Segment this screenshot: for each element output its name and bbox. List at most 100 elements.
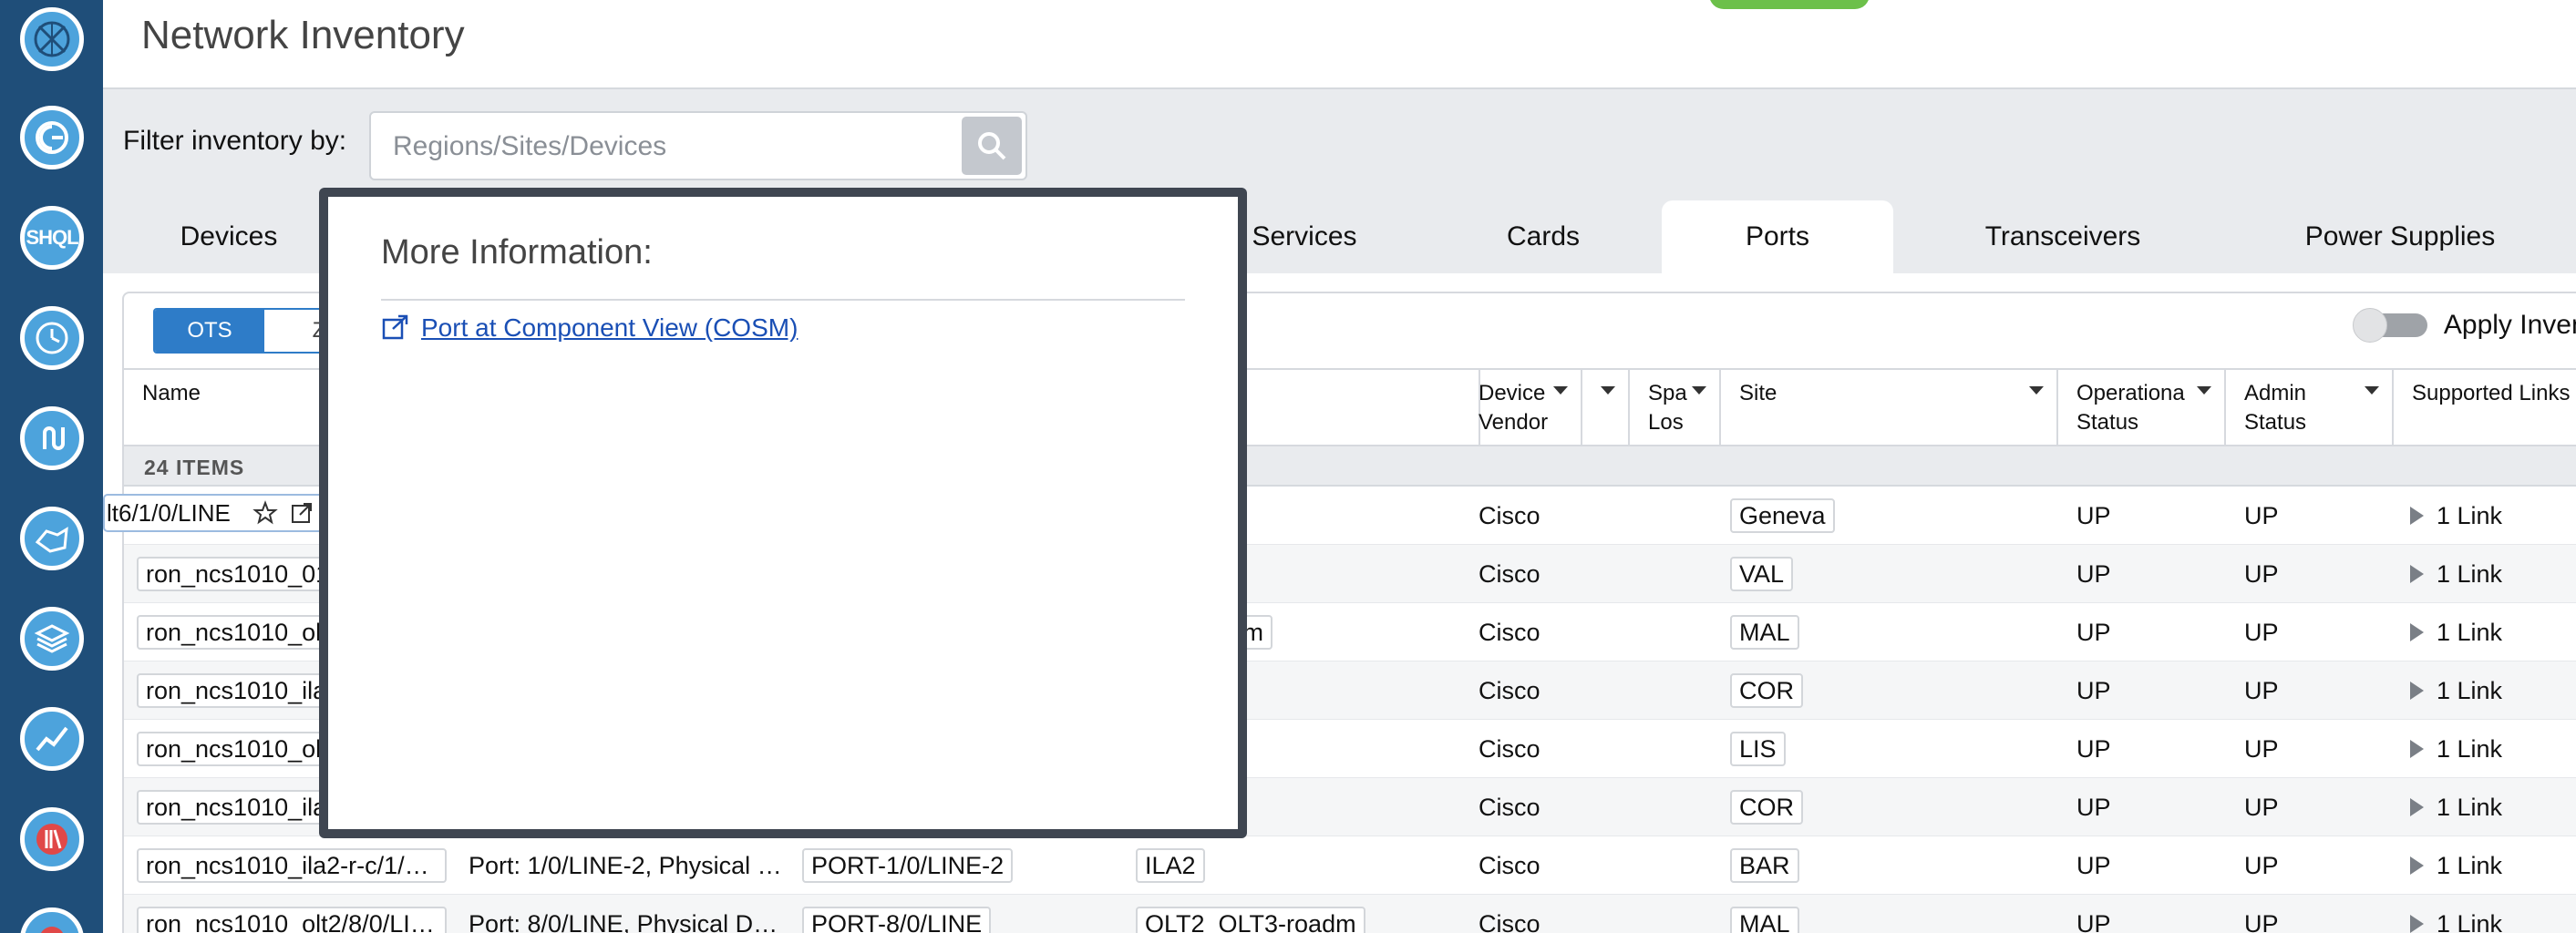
cell-description: Port: 1/0/LINE-2, Physical … [469, 836, 778, 895]
cell-description-value: Port: 8/0/LINE, Physical D… [469, 909, 778, 933]
external-link-icon [382, 314, 408, 340]
cell-oper: UP [2076, 603, 2222, 661]
filter-input[interactable]: Regions/Sites/Devices [369, 111, 1027, 180]
sort-caret-icon[interactable] [2029, 386, 2044, 395]
cell-name-value[interactable]: ron_ncs1010_olt [137, 615, 337, 650]
cell-name-value[interactable]: ron_ncs1010_olt [137, 732, 337, 766]
expand-icon[interactable] [2410, 798, 2424, 816]
more-apps-icon[interactable] [20, 907, 84, 933]
tab-cards[interactable]: Cards [1452, 200, 1634, 273]
cell-vendor-value: Cisco [1479, 851, 1540, 879]
cell-vendor: Cisco [1479, 836, 1624, 895]
cell-vendor-value: Cisco [1479, 559, 1540, 588]
cell-site-value[interactable]: VAL [1730, 557, 1794, 591]
cell-links-value: 1 Link [2437, 851, 2503, 879]
component-view-link-label[interactable]: Port at Component View (COSM) [421, 313, 798, 343]
cell-vendor-value: Cisco [1479, 909, 1540, 933]
cell-links: 1 Link [2410, 661, 2576, 720]
segment-ots[interactable]: OTS [155, 310, 264, 352]
cell-port-value[interactable]: PORT-8/0/LINE [802, 907, 992, 933]
expand-icon[interactable] [2410, 565, 2424, 583]
cell-vendor: Cisco [1479, 720, 1624, 778]
column-header-operational-status[interactable]: Operationa Status [2058, 370, 2226, 446]
table-row[interactable]: ron_ncs1010_olt2/8/0/LINE Port: 8/0/LINE,… [124, 895, 2576, 933]
cell-oper: UP [2076, 836, 2222, 895]
sort-caret-icon[interactable] [2365, 386, 2379, 395]
cell-site-value[interactable]: COR [1730, 790, 1803, 825]
shql-icon[interactable]: SHQL [20, 206, 84, 270]
cell-device-value[interactable]: OLT2_OLT3-roadm [1136, 907, 1365, 933]
cell-device-value[interactable]: ILA2 [1136, 848, 1205, 883]
toggle-switch[interactable] [2352, 308, 2427, 343]
cell-port: PORT-8/0/LINE [802, 895, 1112, 933]
cell-site: LIS [1730, 720, 2040, 778]
column-header-admin-status[interactable]: Admin Status [2226, 370, 2394, 446]
cell-site-value[interactable]: COR [1730, 673, 1803, 708]
open-external-icon[interactable] [283, 497, 320, 529]
library-icon[interactable] [20, 807, 84, 871]
column-header-device-vendor[interactable]: Device Vendor [1460, 370, 1630, 446]
search-button[interactable] [962, 117, 1022, 175]
star-icon[interactable] [247, 497, 283, 529]
cell-name-value[interactable]: ron_ncs1010_olt2/8/0/LINE [137, 907, 447, 933]
filter-label: Filter inventory by: [123, 126, 347, 156]
expand-icon[interactable] [2410, 856, 2424, 875]
cell-site: VAL [1730, 545, 2040, 603]
page-title: Network Inventory [141, 13, 465, 57]
column-header-site[interactable]: Site [1721, 370, 2058, 446]
expand-icon[interactable] [2410, 623, 2424, 641]
cell-name-value[interactable]: ron_ncs1010_ila2-r-c/1/0… [137, 848, 447, 883]
filter-placeholder: Regions/Sites/Devices [393, 131, 667, 161]
cell-admin: UP [2244, 545, 2390, 603]
cell-site-value[interactable]: LIS [1730, 732, 1786, 766]
cell-oper-value: UP [2076, 559, 2111, 588]
expand-icon[interactable] [2410, 507, 2424, 525]
cell-vendor-value: Cisco [1479, 618, 1540, 646]
table-row[interactable]: ron_ncs1010_ila2-r-c/1/0… Port: 1/0/LINE-… [124, 836, 2576, 895]
cell-oper-value: UP [2076, 501, 2111, 529]
cell-admin: UP [2244, 778, 2390, 836]
apply-inventory-toggle[interactable]: Apply Invent [2352, 308, 2576, 343]
clock-icon[interactable] [20, 306, 84, 370]
app-logo-icon[interactable] [20, 7, 84, 71]
column-header-span-loss[interactable]: Spa Los [1630, 370, 1721, 446]
tab-power-supplies[interactable]: Power Supplies [2263, 200, 2537, 273]
expand-icon[interactable] [2410, 915, 2424, 933]
link-path-icon[interactable] [20, 406, 84, 470]
cell-device: OLT2_OLT3-roadm [1136, 895, 1446, 933]
more-information-popup: More Information: Port at Component View… [319, 188, 1247, 838]
expand-icon[interactable] [2410, 682, 2424, 700]
primary-action-button[interactable] [1709, 0, 1870, 9]
sort-caret-icon[interactable] [1601, 386, 1615, 395]
cell-name-value[interactable]: ron_ncs1010_01 [137, 557, 339, 591]
tab-ports[interactable]: Ports [1662, 200, 1893, 273]
cell-oper: UP [2076, 487, 2222, 545]
sort-caret-icon[interactable] [1692, 386, 1706, 395]
cell-site-value[interactable]: MAL [1730, 907, 1799, 933]
cell-port: PORT-1/0/LINE-2 [802, 836, 1112, 895]
sort-caret-icon[interactable] [2197, 386, 2211, 395]
cell-name-value[interactable]: ron_ncs1010_ila [137, 673, 336, 708]
cell-port-value[interactable]: PORT-1/0/LINE-2 [802, 848, 1014, 883]
tab-devices[interactable]: Devices [156, 200, 302, 273]
cell-links: 1 Link [2410, 603, 2576, 661]
tab-transceivers[interactable]: Transceivers [1944, 200, 2181, 273]
cell-site-value[interactable]: MAL [1730, 615, 1799, 650]
cell-admin: UP [2244, 487, 2390, 545]
component-view-link[interactable]: Port at Component View (COSM) [381, 313, 798, 343]
dashboard-icon[interactable] [20, 106, 84, 169]
cell-site-value[interactable]: BAR [1730, 848, 1799, 883]
analytics-icon[interactable] [20, 707, 84, 771]
cell-name: ron_ncs1010_ila2-r-c/1/0… [137, 836, 447, 895]
toggle-knob [2352, 308, 2387, 343]
cell-admin-value: UP [2244, 618, 2279, 646]
column-header-supported-links[interactable]: Supported Links [2394, 370, 2576, 446]
expand-icon[interactable] [2410, 740, 2424, 758]
cell-vendor-value: Cisco [1479, 793, 1540, 821]
cell-site-value[interactable]: Geneva [1730, 498, 1835, 533]
cell-oper-value: UP [2076, 618, 2111, 646]
cell-name-value[interactable]: ron_ncs1010_ila [137, 790, 336, 825]
map-icon[interactable] [20, 507, 84, 570]
layers-icon[interactable] [20, 607, 84, 671]
cell-links: 1 Link [2410, 487, 2576, 545]
